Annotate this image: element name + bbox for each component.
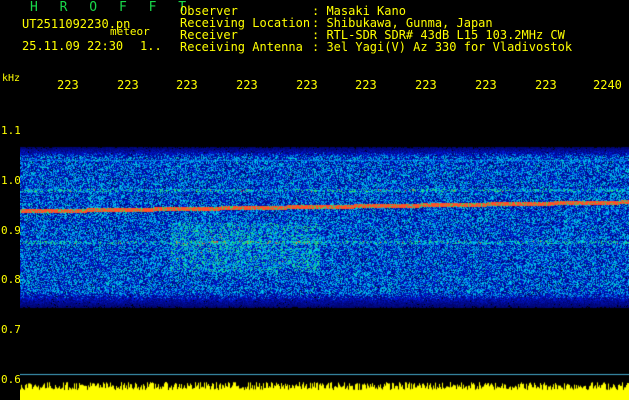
frame-indicator: 1.. — [140, 39, 162, 53]
y-tick-label: 0.7 — [1, 323, 21, 336]
hrofft-window: H R O F F T UT2511092230.pn meteor 25.11… — [0, 0, 629, 400]
x-tick-label: 223 — [535, 78, 557, 92]
frequency-unit-label: kHz — [2, 73, 21, 84]
info-value-antenna: : 3el Yagi(V) Az 330 for Vladivostok — [312, 40, 573, 54]
x-tick-label: 223 — [296, 78, 318, 92]
x-tick-label: 223 — [236, 78, 258, 92]
x-tick-label: 223 — [117, 78, 139, 92]
y-tick-label: 1.1 — [1, 124, 21, 137]
x-tick-label: 223 — [475, 78, 497, 92]
file-suffix: meteor — [110, 25, 150, 38]
info-label-antenna: Receiving Antenna — [180, 40, 303, 54]
app-title: H R O F F T — [30, 0, 194, 15]
x-tick-label: 2240 — [593, 78, 622, 92]
spectrogram-canvas — [20, 97, 629, 400]
y-tick-label: 0.8 — [1, 273, 21, 286]
x-tick-label: 223 — [176, 78, 198, 92]
x-tick-label: 223 — [57, 78, 79, 92]
x-tick-label: 223 — [415, 78, 437, 92]
y-tick-label: 0.9 — [1, 224, 21, 237]
y-tick-label: 0.6 — [1, 373, 21, 386]
x-tick-label: 223 — [355, 78, 377, 92]
y-tick-label: 1.0 — [1, 174, 21, 187]
date-time: 25.11.09 22:30 — [22, 39, 124, 53]
spectrogram-plot — [20, 97, 629, 400]
